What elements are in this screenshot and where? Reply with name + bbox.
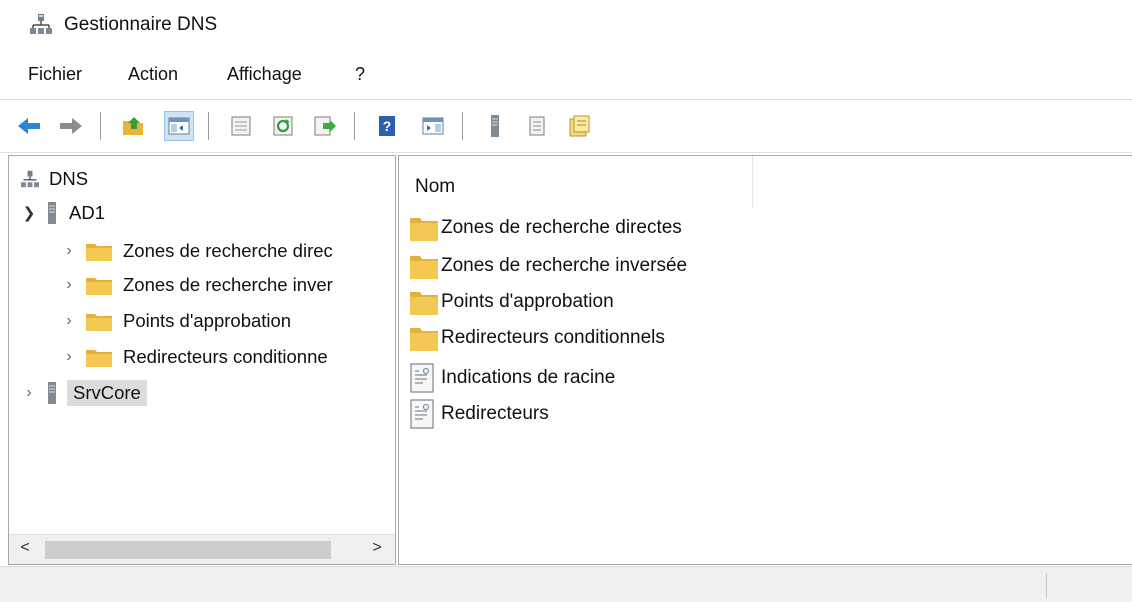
tree-item-dns[interactable]: DNS [21, 162, 88, 196]
folder-icon [409, 286, 441, 318]
folder-icon [85, 240, 113, 262]
server-icon [45, 200, 59, 226]
list-item[interactable]: Redirecteurs [409, 396, 549, 432]
list-item-label: Zones de recherche inversée [441, 255, 688, 276]
toolbar-separator [354, 112, 355, 140]
export-list-icon[interactable] [310, 111, 340, 141]
menu-bar: Fichier Action Affichage ? [0, 60, 1132, 94]
toolbar-separator [100, 112, 101, 140]
list-icon[interactable] [522, 111, 552, 141]
status-bar [0, 566, 1132, 602]
menu-action[interactable]: Action [128, 64, 178, 85]
list-item[interactable]: Zones de recherche directes [409, 210, 682, 246]
details-list[interactable]: Nom Zones de recherche directes Zones de… [398, 155, 1132, 565]
properties-icon[interactable] [226, 111, 256, 141]
notes-icon[interactable] [564, 111, 594, 141]
chevron-right-icon[interactable]: › [59, 276, 79, 294]
tree-item-srvcore[interactable]: › SrvCore [19, 376, 147, 410]
toolbar-separator [462, 112, 463, 140]
document-icon [409, 398, 441, 430]
list-item[interactable]: Redirecteurs conditionnels [409, 320, 665, 356]
tree-item-redirecteurs-conditionnels[interactable]: › Redirecteurs conditionne [59, 340, 328, 374]
list-item-label: Zones de recherche directes [441, 217, 682, 238]
menu-help[interactable]: ? [355, 64, 365, 85]
folder-icon [85, 274, 113, 296]
tree-item-label: Zones de recherche direc [123, 240, 333, 261]
help-icon[interactable]: ? [372, 111, 402, 141]
menu-fichier[interactable]: Fichier [28, 64, 82, 85]
tree-item-label: Zones de recherche inver [123, 274, 333, 295]
column-header-name[interactable]: Nom [399, 156, 753, 208]
list-item-label: Redirecteurs conditionnels [441, 327, 665, 348]
folder-icon [409, 322, 441, 354]
tree-item-label: AD1 [69, 202, 105, 223]
tree-item-label: SrvCore [67, 380, 147, 406]
show-hide-action-pane-icon[interactable] [418, 111, 448, 141]
tree-item-ad1[interactable]: ❯ AD1 [19, 196, 105, 230]
list-item-label: Indications de racine [441, 367, 616, 388]
window-title: Gestionnaire DNS [64, 14, 218, 35]
document-icon [409, 362, 441, 394]
forward-arrow-icon[interactable] [56, 111, 86, 141]
folder-icon [409, 250, 441, 282]
chevron-right-icon[interactable]: › [59, 312, 79, 330]
list-item[interactable]: Zones de recherche inversée [409, 248, 687, 284]
scrollbar-thumb[interactable] [45, 541, 331, 559]
tree-item-zones-inversee[interactable]: › Zones de recherche inver [59, 268, 333, 302]
dns-server-icon [30, 13, 52, 35]
list-item[interactable]: Points d'approbation [409, 284, 614, 320]
status-divider [1046, 573, 1047, 599]
tree-item-label: Points d'approbation [123, 310, 292, 331]
scroll-right-button[interactable]: > [367, 539, 387, 559]
column-header-label: Nom [415, 176, 456, 197]
folder-icon [85, 346, 113, 368]
svg-text:?: ? [383, 118, 392, 134]
chevron-down-icon[interactable]: ❯ [19, 204, 39, 222]
title-bar: Gestionnaire DNS [0, 0, 1132, 52]
tree-item-label: Redirecteurs conditionne [123, 346, 328, 367]
refresh-icon[interactable] [268, 111, 298, 141]
folder-icon [409, 212, 441, 244]
scroll-left-button[interactable]: < [15, 539, 35, 559]
chevron-right-icon[interactable]: › [59, 242, 79, 260]
console-tree[interactable]: DNS ❯ AD1 › Zones de recherche direc › Z… [8, 155, 396, 565]
toolbar: ? [0, 99, 1132, 153]
up-folder-icon[interactable] [118, 111, 148, 141]
dns-server-icon [21, 169, 39, 189]
tree-item-points-approbation[interactable]: › Points d'approbation [59, 304, 291, 338]
server-icon[interactable] [480, 111, 510, 141]
server-icon [45, 380, 59, 406]
menu-affichage[interactable]: Affichage [227, 64, 302, 85]
tree-item-zones-directes[interactable]: › Zones de recherche direc [59, 234, 333, 268]
tree-item-label: DNS [49, 168, 89, 189]
list-item-label: Points d'approbation [441, 291, 614, 312]
back-arrow-icon[interactable] [14, 111, 44, 141]
list-item[interactable]: Indications de racine [409, 360, 615, 396]
show-hide-console-tree-icon[interactable] [164, 111, 194, 141]
toolbar-separator [208, 112, 209, 140]
list-item-label: Redirecteurs [441, 403, 549, 424]
chevron-right-icon[interactable]: › [59, 348, 79, 366]
horizontal-scrollbar[interactable]: < > [9, 534, 395, 564]
chevron-right-icon[interactable]: › [19, 384, 39, 402]
folder-icon [85, 310, 113, 332]
